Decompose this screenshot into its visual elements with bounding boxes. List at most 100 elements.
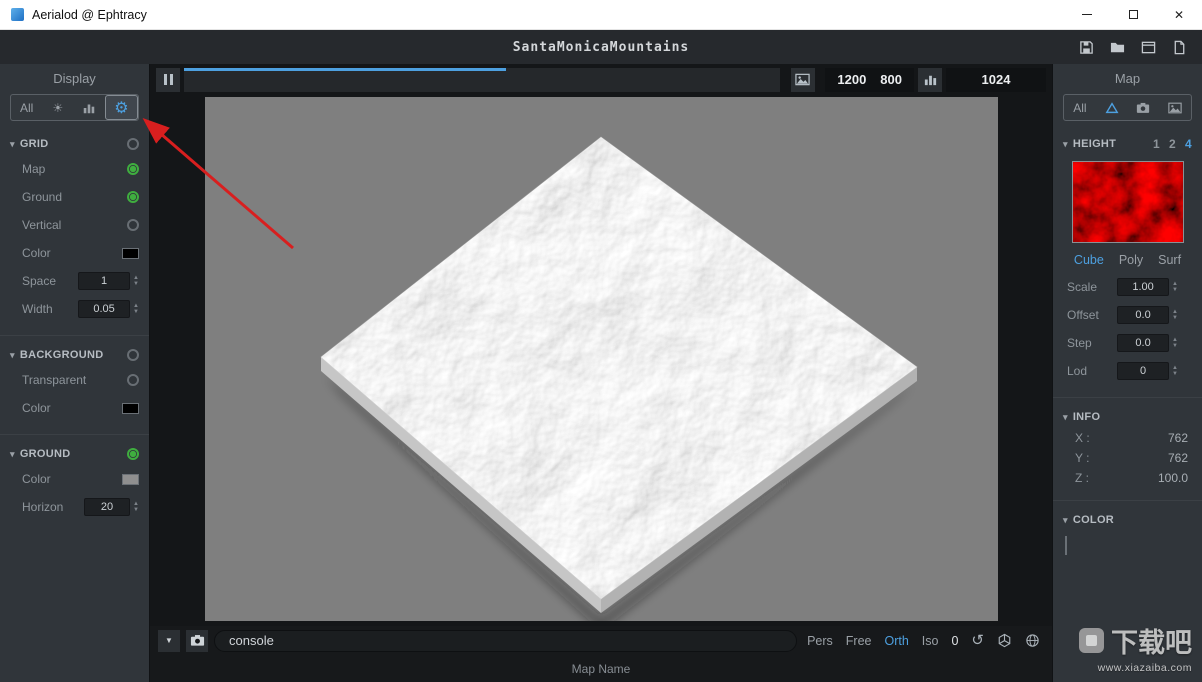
render-image-button[interactable] — [791, 68, 815, 92]
projection-free[interactable]: Free — [846, 634, 872, 648]
render-resolution-field[interactable]: 1200 800 — [825, 68, 914, 92]
tab-poly[interactable]: Poly — [1119, 253, 1143, 267]
isometric-cube-icon — [997, 633, 1012, 648]
minimize-button[interactable] — [1064, 0, 1110, 29]
grid-map-radio[interactable] — [127, 163, 139, 175]
ground-horizon-input[interactable] — [84, 498, 130, 516]
ground-horizon-stepper[interactable]: ▲ ▼ — [133, 501, 139, 513]
caret-down-icon: ▾ — [10, 139, 15, 150]
axis-view-button[interactable] — [997, 633, 1012, 648]
scale-input[interactable] — [1117, 278, 1169, 296]
height-level-1[interactable]: 1 — [1153, 137, 1160, 151]
open-button[interactable] — [1109, 39, 1126, 56]
step-down-icon: ▼ — [1172, 343, 1178, 349]
ground-color-swatch[interactable] — [122, 474, 139, 485]
close-button[interactable]: ✕ — [1156, 0, 1202, 29]
screenshot-button[interactable] — [186, 630, 208, 652]
map-color-swatch[interactable] — [1065, 536, 1067, 555]
globe-icon — [1025, 633, 1040, 648]
minimize-icon — [1082, 14, 1092, 15]
color-section-title: COLOR — [1073, 514, 1114, 526]
scale-stepper[interactable]: ▲ ▼ — [1172, 281, 1178, 293]
render-height-value: 800 — [880, 72, 902, 87]
projection-iso[interactable]: Iso — [922, 634, 939, 648]
display-settings-button[interactable]: ⚙ — [105, 95, 138, 120]
display-panel: Display All ☀ ⚙ ▾ GRID Map — [0, 64, 150, 682]
maximize-button[interactable] — [1110, 0, 1156, 29]
console-input[interactable] — [214, 630, 797, 652]
offset-stepper[interactable]: ▲ ▼ — [1172, 309, 1178, 321]
ground-enable-radio[interactable] — [127, 448, 139, 460]
background-transparent-radio[interactable] — [127, 374, 139, 386]
pause-button[interactable] — [156, 68, 180, 92]
grid-ground-radio[interactable] — [127, 191, 139, 203]
ground-section-title: GROUND — [20, 448, 71, 460]
viewport[interactable] — [150, 95, 1052, 626]
grid-ground-label: Ground — [22, 190, 127, 204]
map-image-button[interactable] — [1159, 95, 1191, 120]
projection-orth[interactable]: Orth — [884, 634, 908, 648]
offset-input[interactable] — [1117, 306, 1169, 324]
grid-enable-radio[interactable] — [127, 138, 139, 150]
render-progress-bar[interactable] — [184, 68, 780, 92]
height-level-2[interactable]: 2 — [1169, 137, 1176, 151]
display-light-button[interactable]: ☀ — [42, 95, 73, 120]
tab-surf[interactable]: Surf — [1158, 253, 1181, 267]
app-icon — [11, 8, 24, 21]
reset-view-button[interactable]: ↺ — [971, 633, 984, 648]
scale-row: Scale ▲ ▼ — [1053, 273, 1202, 301]
grid-section-title: GRID — [20, 138, 49, 150]
display-histogram-button[interactable] — [74, 95, 105, 120]
heightmap-thumbnail[interactable] — [1053, 161, 1202, 243]
display-all-button[interactable]: All — [11, 95, 42, 120]
step-input[interactable] — [1117, 334, 1169, 352]
gear-icon: ⚙ — [114, 98, 128, 118]
tab-cube[interactable]: Cube — [1074, 253, 1104, 267]
grid-space-row: Space ▲ ▼ — [0, 267, 149, 295]
grid-vertical-radio[interactable] — [127, 219, 139, 231]
info-x-value: 762 — [1168, 431, 1188, 445]
scale-label: Scale — [1067, 280, 1117, 294]
caret-down-icon: ▾ — [1063, 515, 1068, 526]
step-down-icon: ▼ — [1172, 287, 1178, 293]
terrain-render — [205, 97, 998, 621]
map-camera-button[interactable] — [1128, 95, 1160, 120]
grid-space-stepper[interactable]: ▲ ▼ — [133, 275, 139, 287]
status-bar: Map Name — [150, 655, 1052, 682]
new-file-button[interactable] — [1171, 39, 1188, 56]
rotate-ccw-icon: ↺ — [971, 633, 984, 648]
map-all-button[interactable]: All — [1064, 95, 1096, 120]
map-filter-toolbar: All — [1063, 94, 1192, 121]
mountain-triangle-icon — [1105, 101, 1119, 115]
lod-input[interactable] — [1117, 362, 1169, 380]
projection-pers[interactable]: Pers — [807, 634, 833, 648]
background-enable-radio[interactable] — [127, 349, 139, 361]
console-dropdown-button[interactable]: ▼ — [158, 630, 180, 652]
background-color-swatch[interactable] — [122, 403, 139, 414]
render-area[interactable] — [205, 97, 998, 621]
grid-width-row: Width ▲ ▼ — [0, 295, 149, 323]
save-button[interactable] — [1078, 39, 1095, 56]
map-mesh-button[interactable] — [1096, 95, 1128, 120]
grid-color-label: Color — [22, 246, 122, 260]
texture-histogram-button[interactable] — [918, 68, 942, 92]
render-progress-fill — [184, 68, 506, 71]
environment-button[interactable] — [1025, 633, 1040, 648]
grid-map-label: Map — [22, 162, 127, 176]
grid-color-swatch[interactable] — [122, 248, 139, 259]
lod-stepper[interactable]: ▲ ▼ — [1172, 365, 1178, 377]
window-layout-button[interactable] — [1140, 39, 1157, 56]
texture-size-field[interactable]: 1024 — [946, 68, 1046, 92]
step-down-icon: ▼ — [1172, 315, 1178, 321]
grid-space-input[interactable] — [78, 272, 130, 290]
grid-width-stepper[interactable]: ▲ ▼ — [133, 303, 139, 315]
geometry-mode-tabs: Cube Poly Surf — [1053, 247, 1202, 273]
grid-space-label: Space — [22, 274, 78, 288]
step-stepper[interactable]: ▲ ▼ — [1172, 337, 1178, 349]
grid-width-input[interactable] — [78, 300, 130, 318]
step-row: Step ▲ ▼ — [1053, 329, 1202, 357]
grid-section-header: ▾ GRID — [0, 133, 149, 155]
window-title: Aerialod @ Ephtracy — [32, 8, 147, 22]
display-filter-toolbar: All ☀ ⚙ — [10, 94, 139, 121]
height-level-4[interactable]: 4 — [1185, 137, 1192, 151]
